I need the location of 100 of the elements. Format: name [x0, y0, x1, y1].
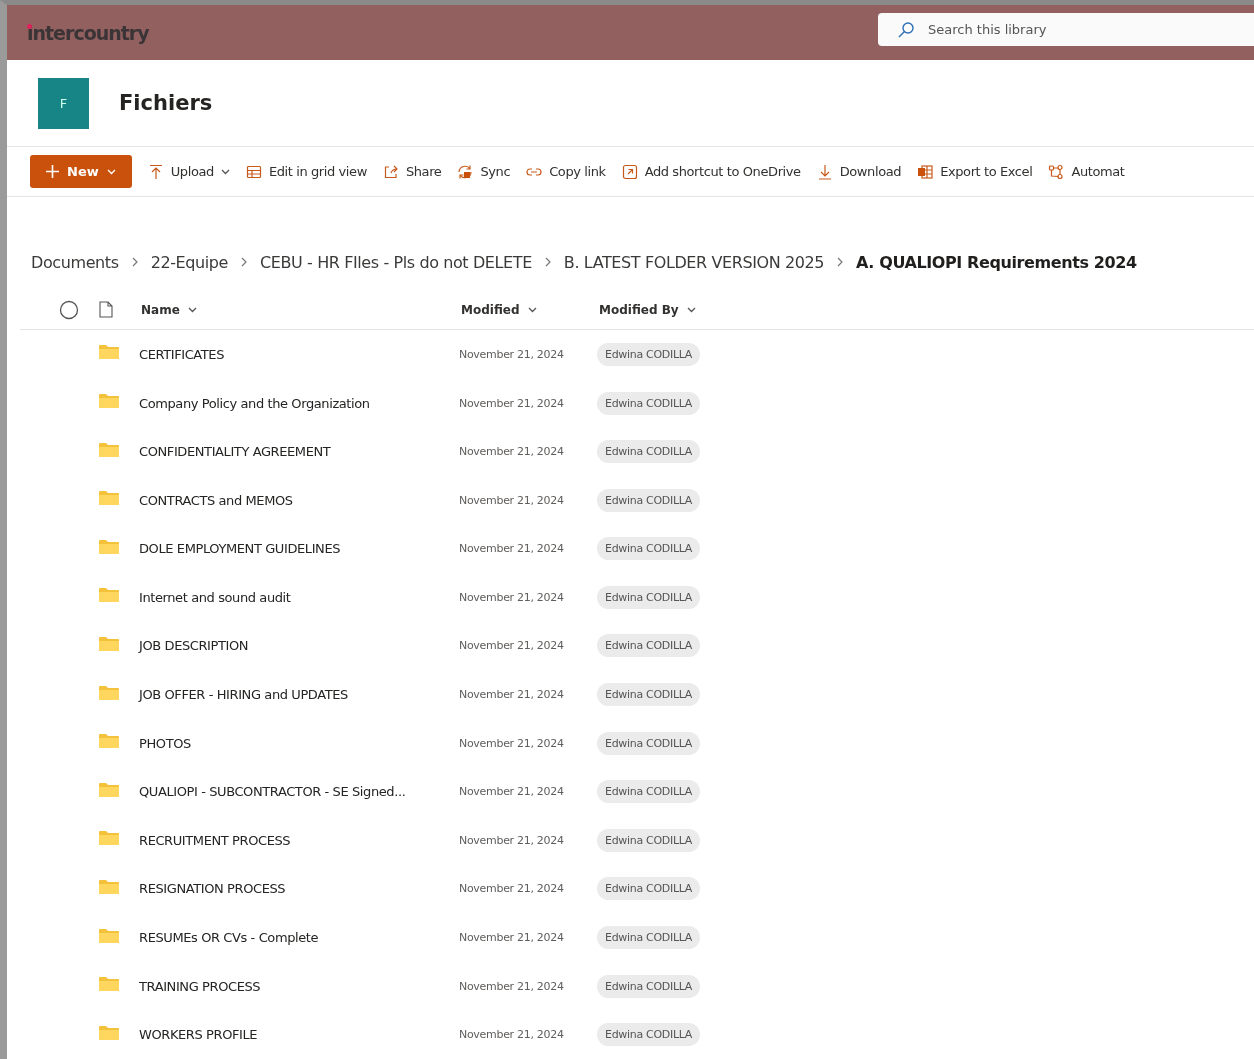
modified-by[interactable]: Edwina CODILLA	[597, 780, 701, 804]
folder-name[interactable]: QUALIOPI - SUBCONTRACTOR - SE Signed...	[139, 784, 459, 800]
search-field[interactable]: Search this library	[878, 12, 1254, 46]
upload-button[interactable]: Upload	[147, 163, 230, 180]
download-icon	[816, 163, 833, 180]
download-button[interactable]: Download	[816, 163, 902, 180]
modified-date: November 21, 2024	[459, 396, 565, 410]
folder-name[interactable]: RESIGNATION PROCESS	[139, 881, 459, 897]
chevron-right-icon	[241, 257, 248, 267]
folder-icon	[99, 733, 119, 750]
folder-icon	[99, 636, 119, 652]
folder-name[interactable]: RECRUITMENT PROCESS	[139, 832, 459, 848]
modified-date: November 21, 2024	[459, 590, 565, 604]
modified-by[interactable]: Edwina CODILLA	[597, 731, 701, 755]
modified-date: November 21, 2024	[459, 542, 565, 556]
breadcrumb-link[interactable]: Documents	[31, 252, 119, 272]
modified-by[interactable]: Edwina CODILLA	[597, 877, 701, 901]
modified-date: November 21, 2024	[459, 347, 565, 361]
chevron-right-icon	[131, 257, 138, 267]
folder-icon	[99, 781, 119, 798]
column-header[interactable]: Modified	[461, 302, 599, 317]
breadcrumb-link[interactable]: B. LATEST FOLDER VERSION 2025	[563, 252, 825, 272]
sync-button[interactable]: Sync	[457, 163, 511, 180]
chevron-down-icon	[106, 168, 116, 175]
modified-by[interactable]: Edwina CODILLA	[597, 926, 701, 950]
file-type-icon	[99, 301, 113, 319]
site-logo: F	[38, 77, 89, 129]
folder-name[interactable]: PHOTOS	[139, 735, 459, 751]
folder-name[interactable]: RESUMEs OR CVs - Complete	[139, 930, 459, 946]
folder-name[interactable]: DOLE EMPLOYMENT GUIDELINES	[139, 541, 459, 557]
modified-date: November 21, 2024	[459, 1028, 565, 1042]
chevron-down-icon	[220, 168, 230, 175]
automate-button[interactable]: Automat	[1048, 163, 1125, 180]
modified-date: November 21, 2024	[459, 639, 565, 653]
breadcrumb-link[interactable]: A. QUALIOPI Requirements 2024	[856, 252, 1137, 272]
modified-date: November 21, 2024	[459, 931, 565, 945]
modified-date: November 21, 2024	[459, 785, 565, 799]
column-header[interactable]: Modified By	[599, 302, 799, 317]
upload-icon	[147, 163, 164, 180]
link-button[interactable]: Copy link	[526, 163, 606, 180]
folder-icon	[99, 878, 119, 895]
folder-name[interactable]: JOB DESCRIPTION	[139, 638, 459, 654]
folder-icon	[99, 927, 119, 944]
folder-name[interactable]: CERTIFICATES	[139, 346, 459, 362]
chevron-right-icon	[544, 257, 551, 267]
excel-button[interactable]: Export to Excel	[917, 163, 1033, 180]
plus-icon	[46, 165, 59, 178]
modified-by[interactable]: Edwina CODILLA	[597, 440, 701, 464]
modified-date: November 21, 2024	[459, 979, 565, 993]
breadcrumb-link[interactable]: 22-Equipe	[150, 252, 229, 272]
folder-icon	[99, 538, 119, 555]
modified-by[interactable]: Edwina CODILLA	[597, 537, 701, 561]
grid-button[interactable]: Edit in grid view	[245, 163, 367, 180]
search-icon	[897, 20, 915, 39]
excel-icon	[917, 163, 934, 180]
folder-name[interactable]: JOB OFFER - HIRING and UPDATES	[139, 687, 459, 703]
folder-icon	[99, 684, 119, 701]
chevron-down-icon	[686, 306, 696, 313]
folder-name[interactable]: CONFIDENTIALITY AGREEMENT	[139, 444, 459, 460]
folder-name[interactable]: TRAINING PROCESS	[139, 978, 459, 994]
modified-by[interactable]: Edwina CODILLA	[597, 585, 701, 609]
chevron-down-icon	[187, 306, 197, 313]
modified-by[interactable]: Edwina CODILLA	[597, 391, 701, 415]
chevron-down-icon	[527, 306, 537, 313]
modified-date: November 21, 2024	[459, 833, 565, 847]
sync-icon	[457, 163, 474, 180]
modified-by[interactable]: Edwina CODILLA	[597, 974, 701, 998]
modified-date: November 21, 2024	[459, 736, 565, 750]
modified-by[interactable]: Edwina CODILLA	[597, 683, 701, 707]
folder-icon	[99, 441, 119, 458]
folder-icon	[99, 830, 119, 847]
modified-by[interactable]: Edwina CODILLA	[597, 828, 701, 852]
new-button[interactable]: New	[30, 155, 132, 188]
folder-name[interactable]: Company Policy and the Organization	[139, 395, 459, 411]
column-header[interactable]: Name	[141, 302, 461, 317]
folder-icon	[99, 1024, 119, 1041]
modified-by[interactable]: Edwina CODILLA	[597, 1023, 701, 1047]
modified-date: November 21, 2024	[459, 882, 565, 896]
folder-name[interactable]: Internet and sound audit	[139, 589, 459, 605]
breadcrumb-link[interactable]: CEBU - HR FIles - Pls do not DELETE	[260, 252, 532, 272]
folder-icon	[99, 587, 119, 604]
share-icon	[382, 163, 399, 180]
shortcut-button[interactable]: Add shortcut to OneDrive	[621, 163, 801, 180]
grid-icon	[245, 163, 262, 180]
folder-icon	[99, 344, 119, 361]
modified-by[interactable]: Edwina CODILLA	[597, 342, 701, 366]
shortcut-icon	[621, 163, 638, 180]
site-title: Fichiers	[119, 91, 213, 115]
folder-icon	[99, 976, 119, 993]
modified-by[interactable]: Edwina CODILLA	[597, 488, 701, 512]
modified-date: November 21, 2024	[459, 493, 565, 507]
folder-name[interactable]: WORKERS PROFILE	[139, 1027, 459, 1043]
modified-by[interactable]: Edwina CODILLA	[597, 634, 701, 658]
modified-date: November 21, 2024	[459, 445, 565, 459]
modified-date: November 21, 2024	[459, 688, 565, 702]
select-all-icon[interactable]	[59, 299, 79, 320]
folder-name[interactable]: CONTRACTS and MEMOS	[139, 492, 459, 508]
flow-icon	[1048, 163, 1065, 180]
folder-icon	[99, 490, 119, 507]
share-button[interactable]: Share	[382, 163, 442, 180]
